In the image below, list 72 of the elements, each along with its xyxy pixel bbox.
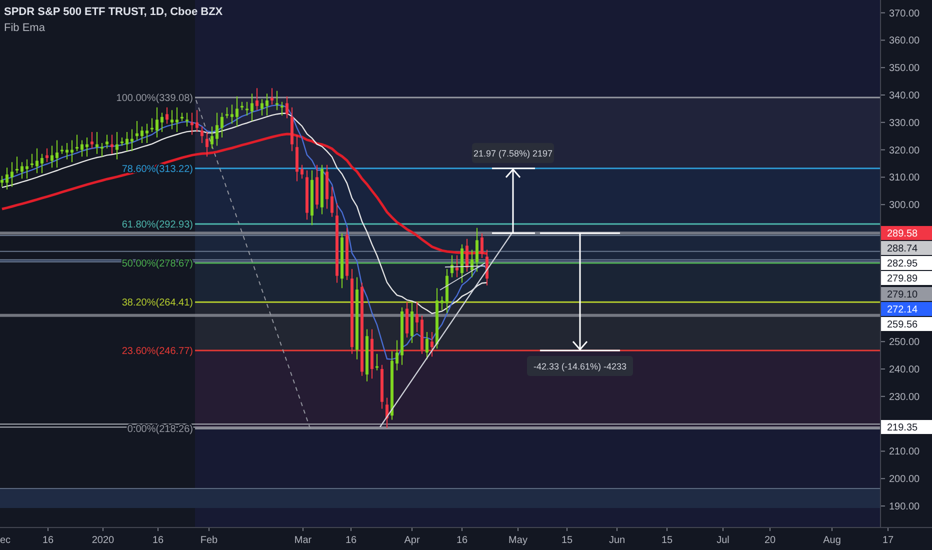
wedge-lines-drawing	[440, 262, 486, 290]
axis-tick	[881, 12, 886, 14]
price-axis-label: 310.00	[889, 172, 920, 184]
time-axis-label: 20	[764, 535, 776, 546]
price-axis-label: 300.00	[889, 200, 920, 212]
axis-tick	[881, 450, 886, 452]
time-axis-label: Feb	[200, 535, 218, 546]
axis-tick	[102, 528, 104, 532]
price-tag: 272.14	[881, 302, 932, 316]
price-tag: 282.95	[881, 256, 932, 270]
time-axis-label: Aug	[823, 535, 841, 546]
price-tag: 259.56	[881, 317, 932, 331]
price-axis-label: 230.00	[889, 392, 920, 403]
price-axis-label: 360.00	[889, 36, 920, 47]
axis-tick	[722, 528, 724, 532]
axis-tick	[881, 149, 886, 150]
up-measure-arrow	[492, 168, 535, 234]
axis-tick	[881, 204, 886, 206]
symbol-title: SPDR S&P 500 ETF TRUST, 1D, Cboe BZX	[4, 6, 223, 18]
axis-tick	[302, 528, 304, 532]
price-axis-label: 320.00	[889, 145, 920, 156]
axis-tick	[881, 341, 886, 342]
time-axis-label: 16	[152, 535, 164, 546]
price-axis-label: 240.00	[889, 364, 920, 376]
axis-tick	[881, 67, 886, 68]
axis-tick	[208, 528, 210, 532]
axis-tick	[881, 478, 886, 480]
axis-tick	[881, 176, 886, 178]
axis-tick	[881, 94, 886, 96]
fib-level-label: 100.00%(339.08)	[116, 93, 193, 104]
time-axis-label: 16	[456, 535, 468, 546]
price-axis-label: 330.00	[889, 118, 920, 129]
time-axis-label: Mar	[294, 535, 312, 546]
measurement-label: -42.33 (-14.61%) -4233	[527, 356, 633, 376]
price-tag: 219.35	[881, 420, 932, 434]
price-tag: 279.10	[881, 287, 932, 301]
time-axis-label: Jul	[716, 535, 730, 546]
price-axis-label: 340.00	[889, 90, 920, 102]
time-axis-label: 16	[345, 535, 357, 546]
time-axis-label: Apr	[404, 535, 420, 546]
price-tag: 279.89	[881, 271, 932, 285]
time-axis-label: ec	[0, 535, 11, 546]
axis-tick	[881, 122, 886, 123]
axis-tick	[350, 528, 352, 532]
axis-tick	[666, 528, 668, 532]
time-axis-label: May	[508, 535, 528, 546]
price-axis-label: 210.00	[889, 446, 920, 458]
time-axis-label: Jun	[608, 535, 626, 546]
axis-tick	[881, 368, 886, 370]
axis-tick	[616, 528, 618, 532]
fib-level-label: 38.20%(264.41)	[122, 298, 193, 309]
axis-tick	[881, 396, 886, 397]
fib-level-label: 50.00%(278.67)	[122, 258, 193, 270]
fib-level-label: 61.80%(292.93)	[122, 219, 193, 230]
time-axis-label: 15	[661, 535, 673, 546]
price-axis-label: 350.00	[889, 63, 920, 74]
price-tag: 288.74	[881, 241, 932, 255]
price-axis-label: 200.00	[889, 474, 920, 486]
fib-level-label: 23.60%(246.77)	[122, 346, 193, 357]
indicator-name[interactable]: Fib Ema	[4, 22, 223, 34]
price-axis-label: 250.00	[889, 337, 920, 348]
axis-tick	[881, 40, 886, 41]
time-axis-label: 2020	[92, 535, 114, 546]
time-axis-label: 16	[42, 535, 54, 546]
price-tag: 289.58	[881, 226, 932, 240]
price-axis-label: 190.00	[889, 502, 920, 512]
time-axis-label: 15	[561, 535, 573, 546]
fib-level-label: 0.00%(218.26)	[127, 424, 193, 436]
time-axis-label: 17	[882, 535, 894, 546]
price-axis-label: 370.00	[889, 8, 920, 20]
measurement-label: 21.97 (7.58%) 2197	[472, 143, 554, 163]
axis-tick	[566, 528, 568, 532]
